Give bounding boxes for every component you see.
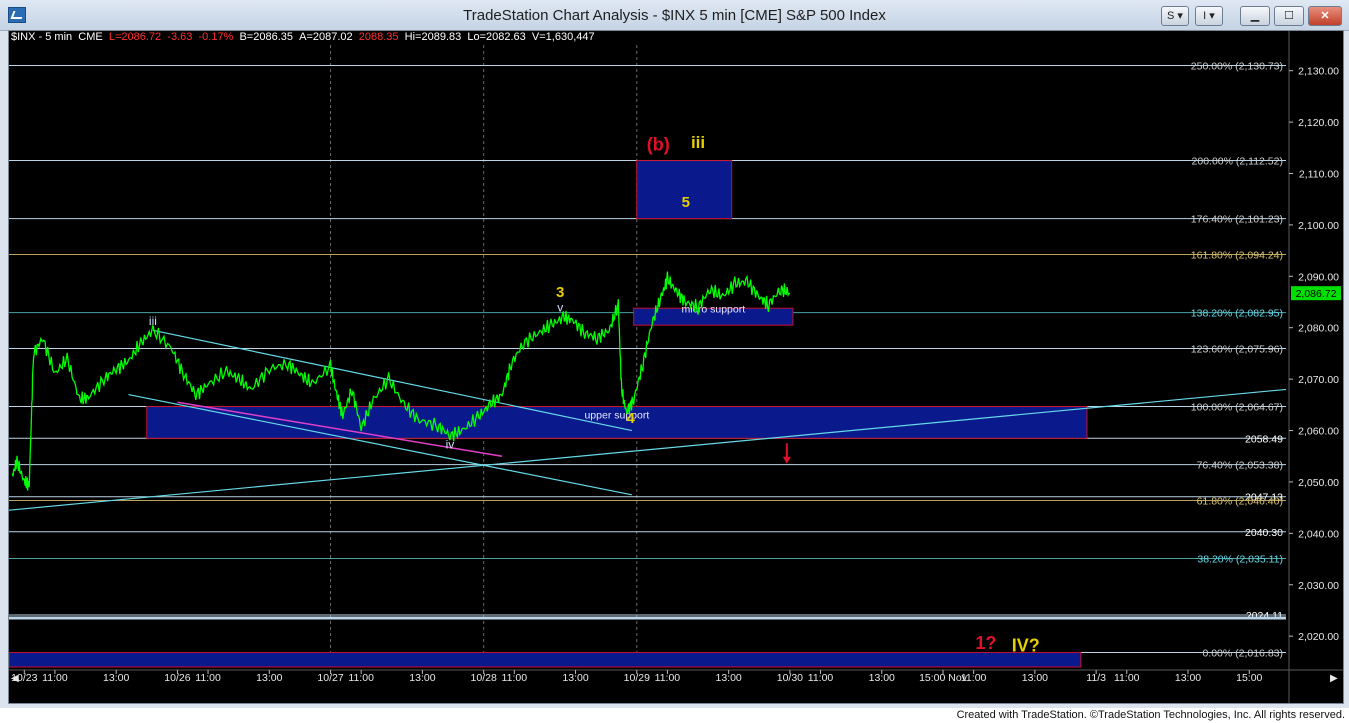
fib-label-13: 2024.11	[1246, 610, 1283, 622]
down-arrow-icon	[782, 456, 791, 464]
wave-label-1: iv	[446, 438, 455, 452]
y-tick-label-8: 2,100.00	[1298, 220, 1339, 232]
y-tick-label-6: 2,080.00	[1298, 323, 1339, 335]
x-tick-label-16: 11:00	[808, 672, 834, 684]
x-tick-label-19: 11:00	[961, 672, 987, 684]
y-tick-label-3: 2,050.00	[1298, 477, 1339, 489]
maximize-button[interactable]: ☐	[1274, 6, 1304, 26]
x-tick-label-2: 13:00	[103, 672, 129, 684]
tradestation-window: TradeStation Chart Analysis - $INX 5 min…	[0, 0, 1349, 708]
x-tick-label-5: 13:00	[256, 672, 282, 684]
fib-label-11: 2040.30	[1245, 527, 1283, 539]
wave-label-8: 1?	[975, 633, 996, 653]
status-last: L=2086.72	[108, 31, 162, 43]
last-price-label: 2,086.72	[1296, 288, 1337, 300]
title-bar: TradeStation Chart Analysis - $INX 5 min…	[0, 0, 1349, 31]
status-bid: B=2086.35	[239, 31, 293, 43]
x-tick-label-22: 11:00	[1114, 672, 1140, 684]
wave-label-9: IV?	[1012, 636, 1040, 656]
wave-label-2: v	[557, 300, 563, 314]
fib-label-2: 176.40% (2,101.23)	[1191, 214, 1283, 226]
wave-label-4: 4	[626, 410, 635, 427]
fib-label-12: 38.20% (2,035.11)	[1197, 553, 1283, 565]
wave-label-3: 3	[556, 284, 564, 301]
x-tick-label-12: 10/29	[624, 672, 650, 684]
wave-label-5: (b)	[647, 134, 670, 154]
x-tick-label-20: 13:00	[1022, 672, 1048, 684]
y-tick-label-10: 2,120.00	[1298, 117, 1339, 129]
y-tick-label-7: 2,090.00	[1298, 271, 1339, 283]
x-tick-label-17: 13:00	[869, 672, 895, 684]
x-tick-label-10: 11:00	[502, 672, 528, 684]
x-tick-label-7: 11:00	[348, 672, 374, 684]
status-change-pct: -0.17%	[198, 31, 234, 43]
y-tick-label-4: 2,060.00	[1298, 426, 1339, 438]
symbol-link-button[interactable]: S ▾	[1161, 6, 1189, 26]
status-line: $INX - 5 min CME L=2086.72 -3.63 -0.17% …	[11, 31, 595, 43]
window-title: TradeStation Chart Analysis - $INX 5 min…	[463, 7, 886, 24]
status-ask: A=2087.02	[299, 31, 353, 43]
symbol-link-label: S	[1167, 10, 1175, 22]
x-tick-label-21: 11/3	[1086, 672, 1106, 684]
x-tick-label-15: 10/30	[777, 672, 803, 684]
chart-svg: 250.00% (2,130.73) 200.00% (2,112.52) 176.…	[9, 31, 1343, 703]
footer-credit: Created with TradeStation. ©TradeStation…	[956, 709, 1345, 721]
fib-label-6: 100.00% (2,064.67)	[1191, 402, 1283, 414]
x-tick-label-24: 15:00	[1236, 672, 1262, 684]
x-tick-label-13: 11:00	[655, 672, 681, 684]
close-button[interactable]: ✕	[1308, 6, 1342, 26]
interval-link-label: I	[1203, 10, 1207, 22]
status-high: Hi=2089.83	[404, 31, 462, 43]
fib-label-4: 138.20% (2,082.95)	[1191, 308, 1283, 320]
fib-label-10: 61.80% (2,046.40)	[1197, 495, 1283, 507]
fib-label-3: 161.80% (2,094.24)	[1191, 250, 1283, 262]
wave-label-0: iii	[149, 314, 157, 328]
fib-label-7: 2058.49	[1245, 433, 1283, 445]
x-tick-label-1: 11:00	[42, 672, 68, 684]
chart-area[interactable]: 250.00% (2,130.73) 200.00% (2,112.52) 176.…	[8, 30, 1344, 704]
x-tick-label-3: 10/26	[164, 672, 190, 684]
fib-label-5: 123.60% (2,075.96)	[1191, 343, 1283, 355]
interval-link-button[interactable]: I ▾	[1195, 6, 1223, 26]
status-symbol: $INX - 5 min	[11, 31, 73, 43]
fib-label-14: 0.00% (2,016.83)	[1202, 647, 1283, 659]
status-low: Lo=2082.63	[467, 31, 526, 43]
x-tick-label-23: 13:00	[1175, 672, 1201, 684]
x-tick-label-14: 13:00	[716, 672, 742, 684]
x-tick-label-9: 10/28	[471, 672, 497, 684]
fib-label-8: 76.40% (2,053.38)	[1197, 460, 1283, 472]
y-tick-label-1: 2,030.00	[1298, 580, 1339, 592]
wave-label-6: iii	[691, 133, 705, 152]
x-tick-label-11: 13:00	[562, 672, 588, 684]
wave-label-7: 5	[682, 194, 690, 211]
y-tick-label-0: 2,020.00	[1298, 631, 1339, 643]
status-change: -3.63	[167, 31, 193, 43]
status-volume: V=1,630,447	[531, 31, 595, 43]
y-tick-label-11: 2,130.00	[1298, 66, 1339, 78]
fib-label-1: 200.00% (2,112.52)	[1192, 156, 1283, 168]
y-tick-label-5: 2,070.00	[1298, 374, 1339, 386]
zone-label-2: upper support	[584, 409, 649, 421]
scroll-right-icon[interactable]: ▶	[1330, 673, 1338, 684]
price-series-line	[11, 271, 791, 491]
x-tick-label-4: 11:00	[195, 672, 221, 684]
y-tick-label-2: 2,040.00	[1298, 528, 1339, 540]
x-tick-label-8: 13:00	[409, 672, 435, 684]
status-prev: 2088.35	[358, 31, 399, 43]
zone-box-3	[9, 651, 1082, 668]
scroll-left-icon[interactable]: ◀	[11, 673, 19, 684]
status-exchange: CME	[78, 31, 103, 43]
fib-label-0: 250.00% (2,130.73)	[1191, 61, 1283, 73]
minimize-button[interactable]: ▁	[1240, 6, 1270, 26]
x-tick-label-6: 10/27	[317, 672, 343, 684]
y-tick-label-9: 2,110.00	[1299, 169, 1339, 181]
